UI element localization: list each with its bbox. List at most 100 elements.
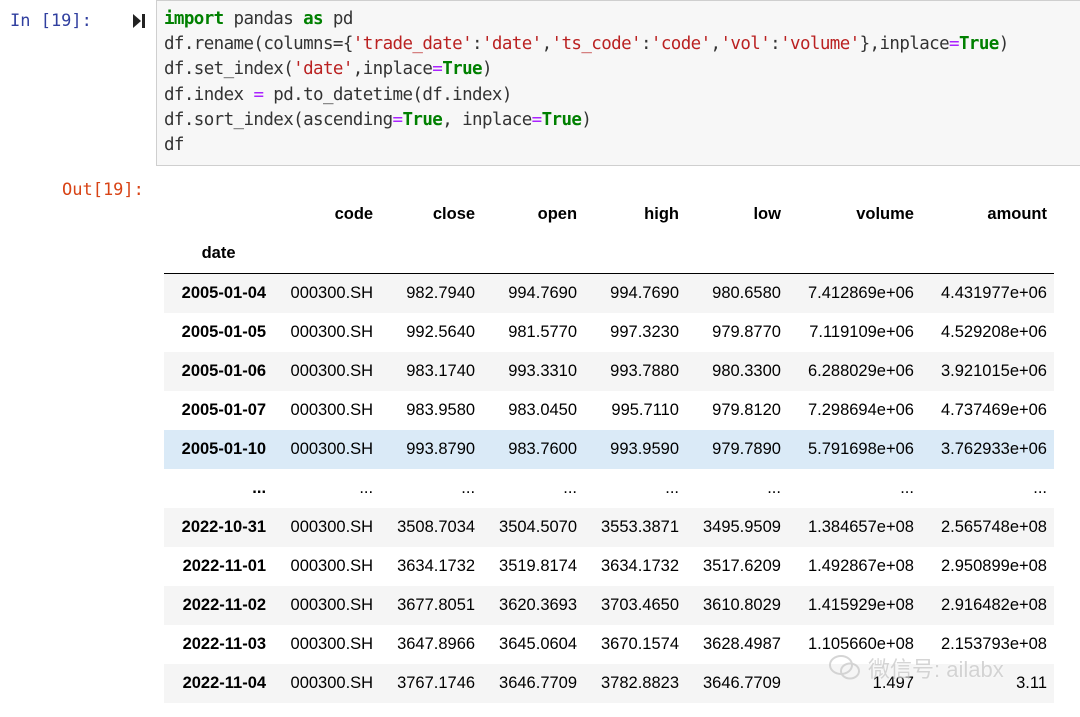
row-index: 2022-11-01 [182,557,267,575]
table-cell: 000300.SH [290,674,374,692]
column-header-volume: volume [856,205,914,223]
input-prompt: In [19]: [10,11,92,31]
watermark-text: 微信号: ailabx [868,657,1004,682]
column-header-amount: amount [987,205,1047,223]
row-index: 2022-11-02 [182,596,267,614]
code-token: as [303,9,323,29]
code-line: import pandas as pd [164,7,353,32]
table-cell: 2.565748e+08 [941,518,1047,536]
table-cell: ... [900,479,914,497]
code-line: df [164,133,184,158]
table-cell: 3.921015e+06 [941,362,1047,380]
code-token: True [442,59,482,80]
table-cell: 980.6580 [686,273,788,313]
code-line: df.set_index('date',inplace=True) [164,57,493,82]
table-cell: 981.5770 [508,323,578,341]
code-token: 'date' [481,34,542,55]
code-token: pandas [223,9,304,29]
table-cell: 980.3300 [712,362,781,380]
table-cell: 995.7110 [611,401,679,419]
row-index: 2005-01-06 [181,362,267,380]
table-cell: 3517.6209 [702,557,781,575]
code-token: = [531,109,543,130]
ellipsis-row: ........................ [164,469,1054,508]
table-cell: ... [461,479,476,497]
table-cell: 993.9590 [610,440,679,458]
table-cell: 3610.8029 [702,596,781,614]
code-token: pd [323,9,353,29]
code-token: df [164,135,184,155]
run-cell-icon[interactable] [130,12,148,30]
code-token: : [640,34,652,55]
table-cell: 3634.1732 [601,557,679,575]
table-row: 2022-11-01 000300.SH 3634.1732 3519.8174 363… [164,547,1054,586]
code-line: df.sort_index(ascending=True, inplace=Tr… [164,108,592,133]
table-header-row: code close open high low volume amount [164,195,1054,234]
code-token: True [541,109,582,130]
table-cell: 1.384657e+08 [807,518,914,536]
code-token: , inplace [442,109,532,130]
table-cell: 3767.1746 [397,674,476,692]
column-header-close: close [432,205,476,223]
code-token: ) [481,59,493,80]
table-cell: 3.762933e+06 [941,440,1047,458]
table-cell: ... [563,479,578,497]
table-cell: 000300.SH [273,273,381,313]
code-token: = [432,59,443,80]
code-token: , [710,34,722,55]
column-header-code: code [334,205,374,223]
table-cell: 992.5640 [406,323,476,341]
code-token: df.rename(columns={ [164,34,353,55]
code-token: True [958,34,999,55]
table-cell: 983.0450 [508,401,578,419]
table-cell: 000300.SH [290,362,374,380]
table-cell: 000300.SH [290,596,374,614]
table-cell: 6.288029e+06 [807,362,914,380]
code-token: ,inplace [352,59,433,80]
code-token: = [253,84,264,105]
watermark: 微信号: ailabx [828,648,1068,688]
table-cell: ... [665,479,679,497]
table-cell: 3703.4650 [601,596,679,614]
table-row: 2022-11-02 000300.SH 3677.8051 3620.3693 370… [164,586,1054,625]
column-header-open: open [537,205,578,223]
code-token: },inplace [859,34,950,55]
table-cell: ... [359,479,374,497]
table-cell: 994.7690 [584,273,686,313]
code-token: df.index [164,84,254,105]
table-cell: 3508.7034 [397,518,476,536]
code-token: 'trade_date' [352,34,473,55]
code-input-area[interactable]: import pandas as pd df.rename(columns={'t… [156,0,1080,166]
table-row: 2005-01-10 000300.SH 993.8790 983.7600 993.9… [164,430,1054,469]
index-name-header: date [201,244,236,262]
code-line: df.rename(columns={'trade_date':'date','… [164,32,1009,57]
output-prompt: Out[19]: [62,180,144,200]
code-token: 'code' [650,34,711,55]
table-row: 2022-10-31 000300.SH 3508.7034 3504.5070 355… [164,508,1054,547]
code-token: , [541,34,553,55]
index-name-row: date [164,234,1054,274]
table-cell: 3553.3871 [601,518,679,536]
table-cell: 1.415929e+08 [807,596,914,614]
table-cell: 979.8120 [712,401,781,419]
table-cell: 7.119109e+06 [809,323,914,341]
table-cell: 3646.7709 [702,674,781,692]
table-cell: 4.737469e+06 [941,401,1047,419]
table-cell: 3495.9509 [702,518,781,536]
table-cell: 000300.SH [290,635,374,653]
table-cell: 4.529208e+06 [941,323,1047,341]
code-token: df.sort_index(ascending [164,109,393,130]
table-cell: 979.8770 [712,323,781,341]
table-cell: 2.916482e+08 [941,596,1047,614]
table-row: 2005-01-06 000300.SH 983.1740 993.3310 993.7… [164,352,1054,391]
code-token: 'vol' [720,34,771,55]
header-spacer [273,234,1054,274]
table-cell: 3634.1732 [397,557,476,575]
code-token: ) [998,34,1010,55]
code-token: 'volume' [780,34,860,55]
row-index: 2005-01-05 [181,323,267,341]
table-cell: 2.950899e+08 [941,557,1047,575]
row-index: ... [252,479,267,497]
dataframe-table: code close open high low volume amount date 20… [164,195,1054,703]
table-cell: 3782.8823 [601,674,679,692]
